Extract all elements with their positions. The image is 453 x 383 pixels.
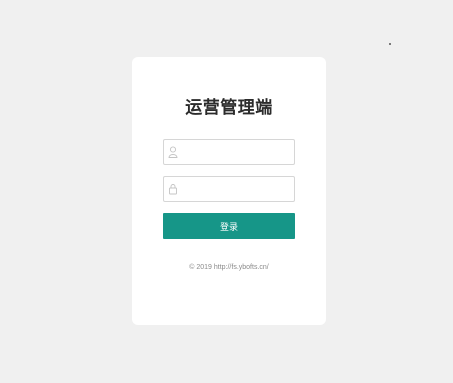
username-field[interactable] <box>163 139 295 165</box>
password-input[interactable] <box>182 177 290 201</box>
copyright-footer: © 2019 http://fs.ybofts.cn/ <box>189 264 269 271</box>
login-card: 运营管理端 登录 © 2019 http://fs.ybofts.cn/ <box>132 57 326 325</box>
login-page: 运营管理端 登录 © 2019 http://fs.ybofts.cn/ <box>0 0 453 383</box>
page-title: 运营管理端 <box>185 98 273 117</box>
user-icon <box>168 146 178 158</box>
login-button[interactable]: 登录 <box>163 213 295 239</box>
username-input[interactable] <box>182 140 290 164</box>
stray-dot <box>389 43 391 45</box>
lock-icon <box>169 184 177 195</box>
password-field[interactable] <box>163 176 295 202</box>
